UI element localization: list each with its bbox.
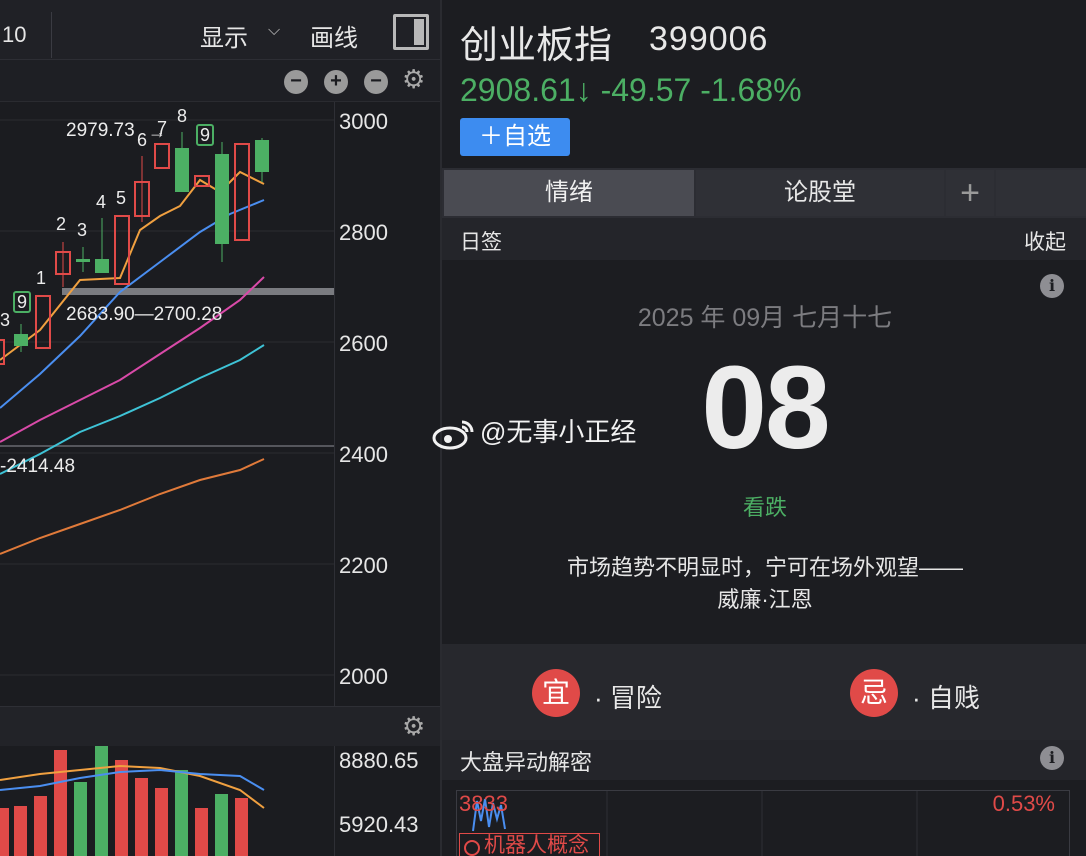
mini-left-value: 3833 [459, 791, 508, 816]
support-band [62, 288, 334, 295]
current-price: 2908.61↓ [460, 72, 592, 108]
zoom-in-icon[interactable]: + [324, 70, 348, 94]
high-annotation: 2979.73 [66, 120, 135, 141]
sign-date: 2025 年 09月 七月十七 [637, 304, 893, 332]
axis-label: 2000 [339, 664, 388, 689]
count-label: 6 [137, 130, 148, 150]
count-label: 4 [96, 192, 107, 212]
chart-tool-row: − + − ⚙ [0, 60, 440, 102]
tab-forum[interactable]: 论股堂 [696, 170, 944, 216]
display-menu-button[interactable]: 显示 [200, 18, 248, 53]
sign-mood: 看跌 [742, 495, 787, 520]
price-change: -49.57 [600, 72, 692, 108]
ma-magenta [0, 276, 265, 443]
count-label: 3 [77, 220, 88, 240]
watermark: @无事小正经 [432, 412, 636, 450]
tab-sentiment[interactable]: 情绪 [444, 170, 694, 216]
info-icon[interactable]: i [1040, 746, 1064, 770]
daily-sign-title: 日签 [460, 231, 502, 254]
axis-label: 2600 [339, 331, 388, 356]
price-axis: 3000 2800 2600 2400 2200 2000 [334, 102, 440, 706]
axis-label: 2200 [339, 553, 388, 578]
yi-value: 冒险 [609, 683, 662, 713]
mini-right-value: 0.53% [992, 791, 1055, 816]
add-tab-button[interactable]: + [946, 170, 994, 216]
count-label: 1 [36, 268, 47, 288]
concept-tag[interactable]: 机器人概念 [459, 833, 600, 856]
count-label: 7 [157, 118, 168, 138]
ma-annotation: -2414.48 [0, 456, 76, 477]
gear-icon[interactable]: ⚙ [402, 64, 425, 95]
tab-bar: 情绪 论股堂 + [442, 168, 1086, 218]
add-to-watchlist-button[interactable]: ＋自选 [460, 118, 570, 156]
weibo-icon [432, 420, 474, 450]
minus-icon[interactable]: − [364, 70, 388, 94]
axis-label: 5920.43 [339, 812, 419, 837]
price-line: 2908.61↓ -49.57 -1.68% [460, 72, 802, 109]
volume-header: ⚙ [0, 706, 440, 746]
count-label: 2 [56, 214, 67, 234]
panel-layout-icon[interactable] [393, 14, 429, 50]
axis-label: 2400 [339, 442, 388, 467]
price-change-pct: -1.68% [700, 72, 802, 108]
quote-author: 威廉·江恩 [717, 587, 813, 612]
zoom-out-icon[interactable]: − [284, 70, 308, 94]
draw-line-button[interactable]: 画线 [310, 18, 358, 53]
yi-text: · 冒险 [594, 683, 662, 713]
chart-toolbar: 10 显示 ⌵ 画线 [0, 0, 440, 60]
watermark-text: @无事小正经 [480, 417, 637, 447]
market-anomaly-title: 大盘异动解密 [460, 750, 593, 775]
axis-label: 3000 [339, 109, 388, 134]
info-icon[interactable]: i [1040, 274, 1064, 298]
count-label: 8 [177, 106, 188, 126]
quote-text: 市场趋势不明显时，宁可在场外观望—— [566, 555, 963, 580]
kline-panel: 10 显示 ⌵ 画线 − + − ⚙ 2979.73 → 2683.90—270… [0, 0, 440, 856]
chevron-down-icon[interactable]: ⌵ [268, 22, 280, 40]
sign-day: 08 [701, 342, 830, 474]
gear-icon[interactable]: ⚙ [402, 711, 425, 742]
axis-label: 8880.65 [339, 748, 419, 773]
stock-code: 399006 [649, 20, 769, 58]
stock-name: 创业板指 [460, 25, 613, 67]
range-annotation: 2683.90—2700.28 [66, 304, 223, 325]
ji-text: · 自贱 [912, 683, 980, 713]
volume-bars [0, 746, 265, 856]
tab-spacer [996, 170, 1086, 216]
axis-label: 2800 [339, 220, 388, 245]
volume-axis: 8880.65 5920.43 [334, 746, 440, 856]
ji-badge: 忌 [850, 669, 898, 717]
td-sequential-badge: 9 [13, 291, 32, 313]
anomaly-mini-chart[interactable]: 3833 0.53% 机器人概念 [456, 790, 1070, 856]
market-anomaly-header: 大盘异动解密 i [442, 740, 1086, 780]
count-label: 5 [116, 188, 127, 208]
td-sequential-badge: 9 [196, 124, 215, 146]
ji-value: 自贱 [927, 683, 980, 713]
ma-cyan [0, 344, 265, 475]
daily-sign-header: 日签 收起 [442, 218, 1086, 260]
yi-ji-panel: 宜 · 冒险 忌 · 自贱 [442, 644, 1086, 740]
collapse-button[interactable]: 收起 [1024, 226, 1066, 256]
period-selector[interactable]: 10 [0, 12, 52, 58]
yi-badge: 宜 [532, 669, 580, 717]
count-label: 3 [0, 310, 11, 330]
sign-quote: 市场趋势不明显时，宁可在场外观望—— 威廉·江恩 [442, 552, 1086, 616]
